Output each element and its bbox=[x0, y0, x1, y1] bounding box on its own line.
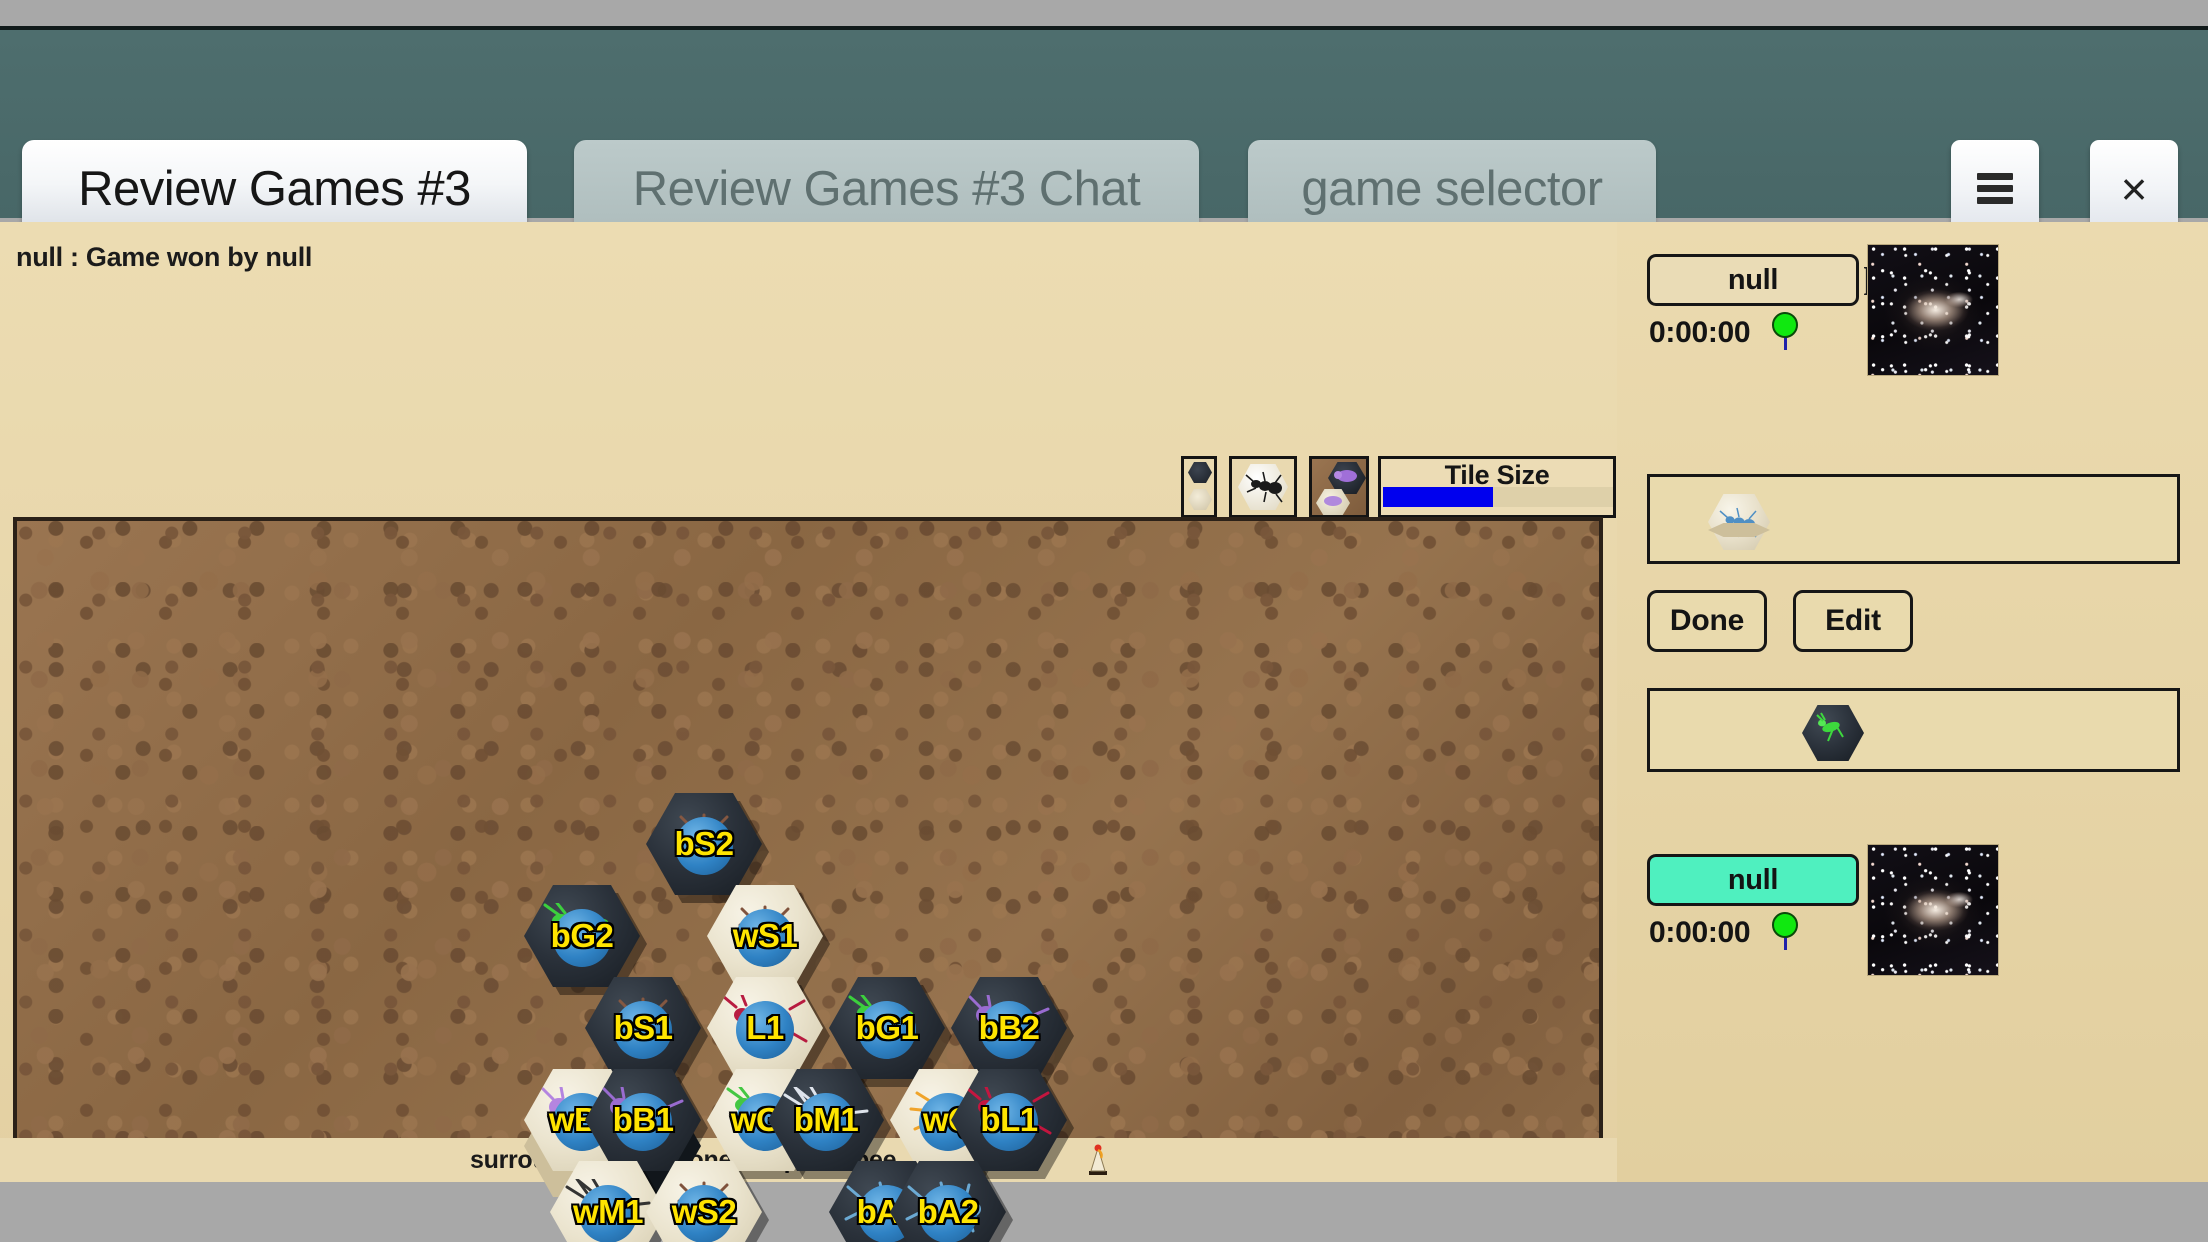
tile-globe-icon bbox=[553, 909, 611, 968]
tile-globe-icon bbox=[579, 1185, 637, 1242]
window-chrome-top bbox=[0, 0, 2208, 26]
game-panel: null : Game won by null Tile Size bS2 wS… bbox=[0, 222, 1617, 1242]
tile-size-slider-track[interactable] bbox=[1383, 487, 1613, 507]
tile-globe-icon bbox=[736, 1001, 794, 1060]
bottom-player-name: null bbox=[1727, 863, 1779, 896]
tile-globe-icon bbox=[675, 817, 733, 876]
tile-globe-icon bbox=[614, 1093, 672, 1152]
tab-label: Review Games #3 bbox=[78, 161, 471, 216]
edit-button-label: Edit bbox=[1825, 604, 1881, 637]
bottom-player-name-plate[interactable]: null bbox=[1647, 854, 1859, 906]
grasshopper-icon bbox=[1816, 712, 1844, 742]
done-button-label: Done bbox=[1669, 604, 1745, 637]
ant-glyph-icon bbox=[1245, 471, 1283, 503]
app-root: Review Games #3 Review Games #3 Chat gam… bbox=[0, 0, 2208, 1242]
bottom-player-avatar[interactable] bbox=[1867, 844, 1999, 976]
stacked-tiles-icon-lower bbox=[1188, 489, 1212, 510]
bottom-player-hand[interactable] bbox=[1647, 688, 2180, 772]
top-player-timer: 0:00:00 bbox=[1649, 316, 1751, 349]
piece-style-toggle-button[interactable] bbox=[1229, 456, 1297, 518]
tile-globe-icon bbox=[614, 1001, 672, 1060]
tile-globe-icon bbox=[980, 1093, 1038, 1152]
beetle-glyph-icon-2 bbox=[1324, 496, 1342, 506]
top-player-name-plate[interactable]: null bbox=[1647, 254, 1859, 306]
tile-globe-icon bbox=[736, 909, 794, 968]
game-board[interactable]: ▍ ◀ ◀ ◀◀ ◀▍ ◀ ▶ ▍▶ ▶▶ 52 bS2wS1bG2bS1L1w… bbox=[13, 517, 1603, 1242]
window-chrome-bottom bbox=[0, 1182, 2208, 1242]
top-player-name: null bbox=[1727, 263, 1779, 296]
tile-globe-icon bbox=[675, 1185, 733, 1242]
stacked-tiles-icon bbox=[1188, 462, 1212, 483]
bottom-player-timer: 0:00:00 bbox=[1649, 916, 1751, 949]
tile-globe-icon bbox=[919, 1185, 977, 1242]
beetle-glyph-icon bbox=[1334, 470, 1357, 482]
stack-view-toggle-button[interactable] bbox=[1181, 456, 1217, 518]
tile-globe-icon bbox=[797, 1093, 855, 1152]
tile-globe-icon bbox=[980, 1001, 1038, 1060]
tab-label: game selector bbox=[1301, 161, 1603, 216]
board-theme-toggle-button[interactable] bbox=[1309, 456, 1369, 518]
header-bar: Review Games #3 Review Games #3 Chat gam… bbox=[0, 30, 2208, 237]
top-player-avatar[interactable] bbox=[1867, 244, 1999, 376]
top-player-hand[interactable] bbox=[1647, 474, 2180, 564]
tile-globe-icon bbox=[858, 1001, 916, 1060]
right-sidebar: null h 0:00:00 Done Edit bbox=[1617, 222, 2208, 1182]
tile-size-slider-fill bbox=[1383, 487, 1494, 507]
tile-size-control[interactable]: Tile Size bbox=[1378, 456, 1616, 518]
close-icon: × bbox=[2120, 162, 2148, 215]
tab-label: Review Games #3 Chat bbox=[632, 161, 1141, 216]
game-status-text: null : Game won by null bbox=[16, 242, 313, 272]
edit-button[interactable]: Edit bbox=[1793, 590, 1913, 652]
queen-bee-icon bbox=[1089, 1144, 1107, 1175]
bottom-connection-status-dot bbox=[1772, 912, 1798, 938]
hamburger-icon bbox=[1977, 168, 2013, 209]
top-connection-status-dot bbox=[1772, 312, 1798, 338]
done-button[interactable]: Done bbox=[1647, 590, 1767, 652]
